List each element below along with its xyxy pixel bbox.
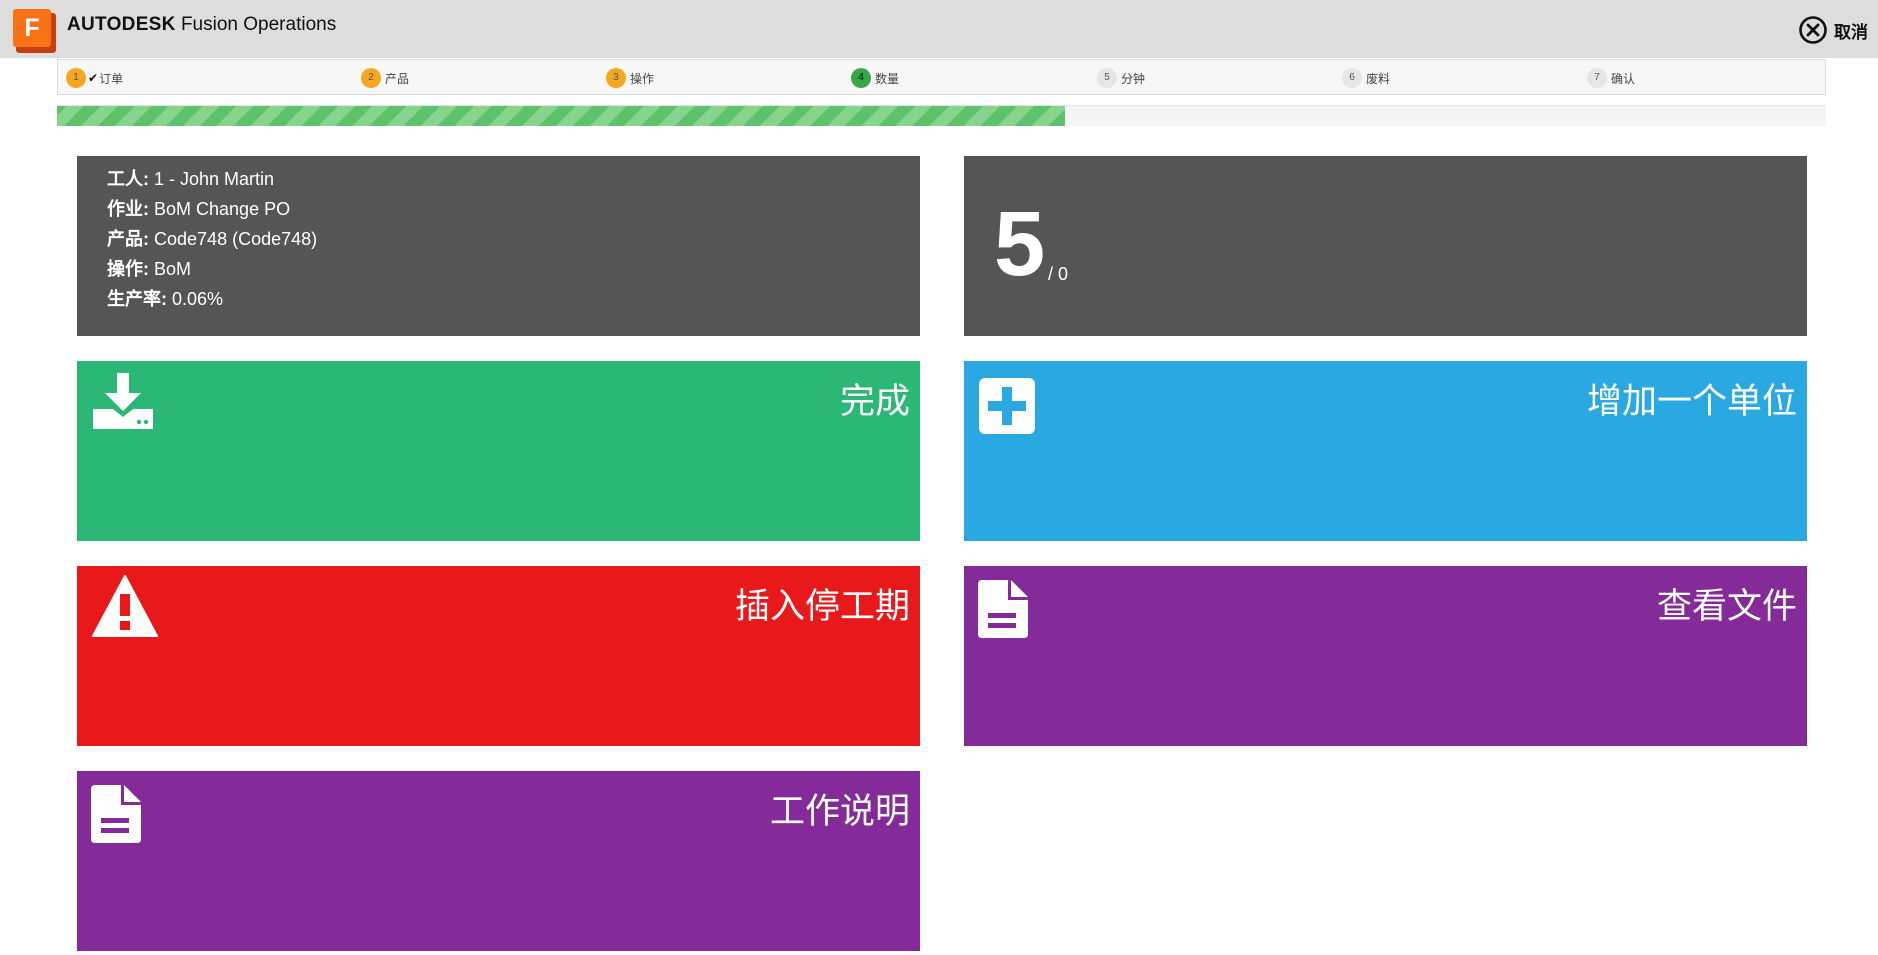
- view-files-label: 查看文件: [1656, 587, 1797, 626]
- step-label: 废料: [1366, 71, 1391, 86]
- step-label: 订单: [99, 71, 124, 86]
- add-unit-button[interactable]: 增加一个单位: [964, 361, 1807, 541]
- work-instructions-button[interactable]: 工作说明: [77, 771, 920, 951]
- insert-downtime-label: 插入停工期: [734, 587, 910, 626]
- step-confirm[interactable]: 7 确认: [1587, 68, 1635, 88]
- job-info-panel: 工人: 1 - John Martin 作业: BoM Change PO 产品…: [77, 156, 920, 336]
- job-row: 作业: BoM Change PO: [107, 194, 920, 224]
- step-product[interactable]: 2 产品: [361, 68, 409, 88]
- operation-row: 操作: BoM: [107, 254, 920, 284]
- worker-value: 1 - John Martin: [154, 169, 275, 189]
- step-order[interactable]: 1 ✔ 订单: [66, 68, 123, 88]
- progress-fill: [57, 106, 1066, 126]
- product-name: Fusion Operations: [180, 14, 337, 35]
- complete-label: 完成: [839, 382, 910, 421]
- rate-row: 生产率: 0.06%: [107, 284, 920, 314]
- quantity-total: / 0: [1048, 264, 1069, 284]
- product-value: Code748 (Code748): [154, 229, 318, 249]
- progress-bar: [57, 105, 1826, 126]
- job-value: BoM Change PO: [154, 199, 291, 219]
- step-label: 数量: [875, 71, 900, 86]
- file-icon: [978, 580, 1028, 638]
- step-number: 5: [1097, 68, 1117, 88]
- wizard-steps: 1 ✔ 订单 2 产品 3 操作 4 数量 5 分钟 6 废料 7 确认: [57, 59, 1826, 95]
- complete-button[interactable]: 完成: [77, 361, 920, 541]
- quantity-current: 5: [994, 193, 1046, 295]
- step-label: 操作: [630, 71, 655, 86]
- step-operation[interactable]: 3 操作: [606, 68, 654, 88]
- top-header: F AUTODESK Fusion Operations 取消: [0, 0, 1878, 58]
- step-label: 分钟: [1121, 71, 1146, 86]
- close-circle-icon: [1799, 16, 1827, 44]
- step-number: 6: [1342, 68, 1362, 88]
- checkmark-icon: ✔: [88, 71, 99, 85]
- step-number: 4: [851, 68, 871, 88]
- step-number: 3: [606, 68, 626, 88]
- rate-value: 0.06%: [172, 289, 224, 309]
- job-label: 作业:: [107, 199, 149, 219]
- cancel-button[interactable]: 取消: [1798, 13, 1868, 47]
- plus-square-icon: [979, 378, 1035, 434]
- step-number: 7: [1587, 68, 1607, 88]
- download-tray-icon: [93, 373, 153, 429]
- insert-downtime-button[interactable]: 插入停工期: [77, 566, 920, 746]
- step-scrap[interactable]: 6 废料: [1342, 68, 1390, 88]
- view-files-button[interactable]: 查看文件: [964, 566, 1807, 746]
- operation-label: 操作:: [107, 259, 149, 279]
- worker-label: 工人:: [107, 169, 149, 189]
- rate-label: 生产率:: [107, 289, 167, 309]
- add-unit-label: 增加一个单位: [1586, 382, 1797, 421]
- operation-value: BoM: [154, 259, 192, 279]
- app-title: AUTODESK Fusion Operations: [67, 14, 336, 36]
- fusion-logo: F: [13, 9, 56, 53]
- cancel-label: 取消: [1834, 22, 1868, 42]
- step-quantity[interactable]: 4 数量: [851, 68, 899, 88]
- worker-row: 工人: 1 - John Martin: [107, 164, 920, 194]
- brand-name: AUTODESK: [67, 14, 176, 35]
- warning-icon: [92, 575, 158, 637]
- step-number: 1: [66, 68, 86, 88]
- quantity-counter-panel: 5 / 0: [964, 156, 1807, 336]
- step-label: 确认: [1611, 71, 1636, 86]
- step-number: 2: [361, 68, 381, 88]
- step-label: 产品: [385, 71, 410, 86]
- step-minutes[interactable]: 5 分钟: [1097, 68, 1145, 88]
- work-instructions-label: 工作说明: [769, 792, 910, 831]
- file-icon: [91, 785, 141, 843]
- product-row: 产品: Code748 (Code748): [107, 224, 920, 254]
- product-label: 产品:: [107, 229, 149, 249]
